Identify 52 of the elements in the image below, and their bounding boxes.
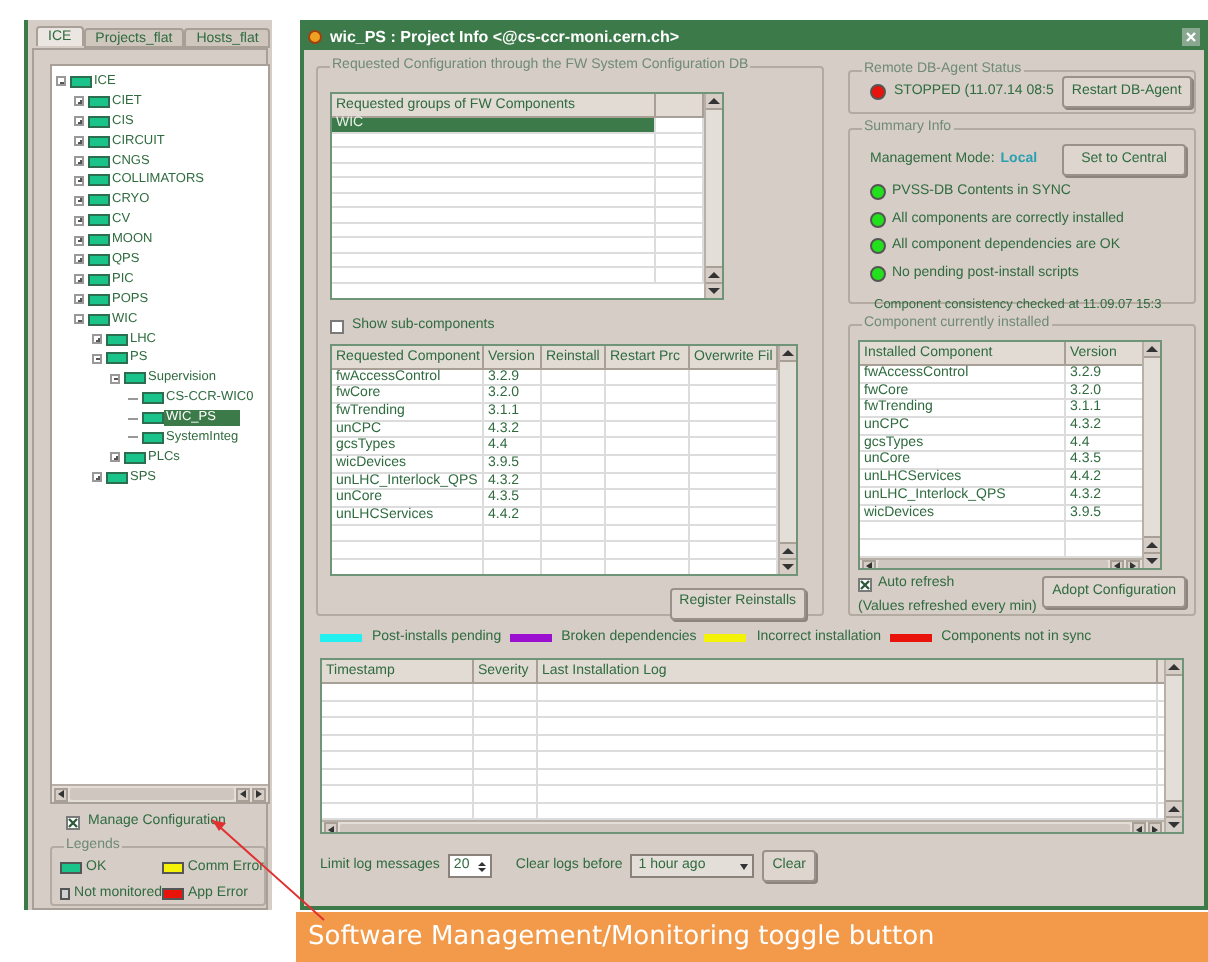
vertical-scrollbar[interactable] bbox=[704, 94, 722, 298]
status-icon bbox=[142, 431, 164, 444]
horizontal-scrollbar[interactable] bbox=[322, 820, 1164, 832]
expand-icon[interactable] bbox=[74, 235, 84, 246]
status-icon bbox=[88, 115, 110, 128]
close-button[interactable] bbox=[1182, 28, 1200, 46]
expand-icon[interactable] bbox=[74, 254, 84, 265]
checkbox[interactable] bbox=[66, 815, 80, 830]
status-icon bbox=[88, 155, 110, 167]
checkbox[interactable] bbox=[858, 577, 872, 592]
status-icon bbox=[88, 214, 110, 227]
expand-icon[interactable] bbox=[74, 294, 84, 305]
expand-icon[interactable] bbox=[74, 274, 84, 285]
expand-icon[interactable] bbox=[74, 96, 84, 107]
status-icon bbox=[142, 412, 164, 425]
status-icon bbox=[88, 194, 110, 207]
status-icon bbox=[106, 333, 128, 346]
collapse-icon[interactable] bbox=[74, 314, 84, 325]
status-icon bbox=[88, 293, 110, 306]
collapse-icon[interactable] bbox=[92, 353, 102, 364]
expand-icon[interactable] bbox=[74, 215, 84, 226]
expand-icon[interactable] bbox=[74, 156, 84, 166]
vertical-scrollbar[interactable] bbox=[1142, 342, 1160, 568]
collapse-icon[interactable] bbox=[56, 76, 66, 87]
status-icon bbox=[88, 135, 110, 148]
status-icon bbox=[106, 471, 128, 484]
status-icon bbox=[106, 352, 128, 365]
status-icon bbox=[88, 95, 110, 108]
expand-icon[interactable] bbox=[92, 472, 102, 483]
collapse-icon[interactable] bbox=[110, 373, 120, 384]
status-icon bbox=[88, 253, 110, 266]
expand-icon[interactable] bbox=[74, 136, 84, 147]
status-icon bbox=[142, 392, 164, 405]
status-icon bbox=[88, 234, 110, 247]
app-icon bbox=[308, 30, 322, 44]
vertical-scrollbar[interactable] bbox=[778, 345, 796, 573]
expand-icon[interactable] bbox=[74, 195, 84, 206]
vertical-scrollbar[interactable] bbox=[1164, 660, 1182, 832]
annotation-banner: Software Management/Monitoring toggle button bbox=[296, 912, 1208, 962]
status-icon bbox=[88, 174, 110, 187]
window-title: wic_PS : Project Info <@cs-ccr-moni.cern.ch> bbox=[330, 25, 682, 49]
expand-icon[interactable] bbox=[92, 334, 102, 345]
status-icon bbox=[124, 372, 146, 385]
checkbox[interactable] bbox=[330, 319, 344, 334]
expand-icon[interactable] bbox=[110, 452, 120, 463]
expand-icon[interactable] bbox=[74, 116, 84, 127]
horizontal-scrollbar[interactable] bbox=[52, 784, 268, 802]
status-icon bbox=[88, 273, 110, 286]
status-icon bbox=[124, 451, 146, 464]
expand-icon[interactable] bbox=[74, 175, 84, 186]
status-icon bbox=[70, 75, 92, 88]
status-icon bbox=[88, 313, 110, 326]
